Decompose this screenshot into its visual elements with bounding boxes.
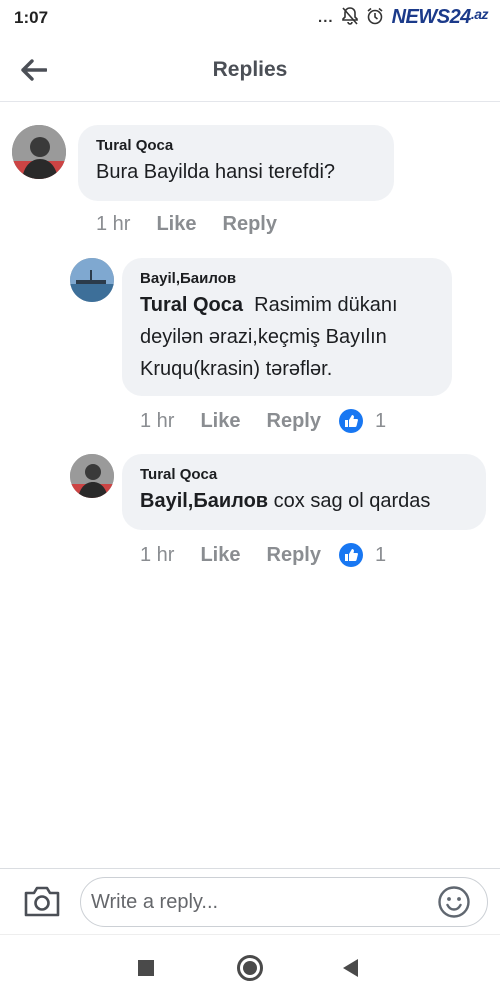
back-nav-button[interactable] — [343, 959, 358, 977]
emoji-button[interactable] — [437, 885, 471, 919]
page-title: Replies — [212, 58, 288, 81]
avatar-bayil[interactable] — [70, 258, 114, 302]
thumbs-up-icon — [338, 543, 363, 567]
comment-author[interactable]: Bayil,Баилов — [140, 270, 434, 287]
comment-time[interactable]: 1 hr — [96, 213, 130, 236]
mention-tag[interactable]: Bayil,Баилов — [140, 490, 268, 512]
notification-dots: ... — [318, 9, 334, 26]
like-count[interactable]: 1 — [375, 544, 386, 567]
avatar-tural-qoca[interactable] — [12, 125, 66, 179]
header: Replies — [0, 40, 500, 102]
status-icons: ... NEWS24.az — [318, 6, 488, 29]
comment-body: cox sag ol qardas — [273, 490, 431, 512]
reply-composer — [0, 868, 500, 934]
news24-logo: NEWS24.az — [391, 6, 489, 29]
mute-bell-icon — [341, 6, 358, 29]
thumbs-up-icon — [338, 409, 363, 433]
comment-author[interactable]: Tural Qoca — [140, 466, 468, 483]
comment-text: Bura Bayilda hansi terefdi? — [96, 161, 336, 183]
comment-author[interactable]: Tural Qoca — [96, 137, 376, 154]
comment-text: Tural Qoca Rasimim dükanı deyilən ərazi,… — [140, 289, 434, 385]
comment-bubble: Tural Qoca Bayil,Баилов cox sag ol qarda… — [122, 454, 486, 530]
comment-meta: 1 hr Like Reply 1 — [140, 409, 386, 433]
comment-meta: 1 hr Like Reply — [96, 213, 303, 236]
home-button[interactable] — [237, 955, 263, 981]
brand-suffix: .az — [470, 6, 489, 22]
smiley-icon — [438, 886, 470, 918]
alarm-clock-icon — [366, 7, 384, 29]
camera-icon — [24, 886, 60, 917]
status-time: 1:07 — [14, 8, 49, 27]
like-count[interactable]: 1 — [375, 410, 386, 433]
camera-button[interactable] — [22, 883, 62, 919]
like-button[interactable]: Like — [156, 213, 196, 236]
comment-bubble: Tural Qoca Bura Bayilda hansi terefdi? — [78, 125, 394, 201]
system-nav-bar — [0, 934, 500, 1000]
comment-time[interactable]: 1 hr — [140, 410, 174, 433]
comment-time[interactable]: 1 hr — [140, 544, 174, 567]
like-button[interactable]: Like — [200, 544, 240, 567]
brand-name: NEWS24 — [391, 6, 472, 28]
reply-input[interactable] — [80, 877, 488, 927]
reply-button[interactable]: Reply — [267, 544, 321, 567]
reply-button[interactable]: Reply — [223, 213, 277, 236]
comment-meta: 1 hr Like Reply 1 — [140, 543, 386, 567]
avatar-tural-qoca[interactable] — [70, 454, 114, 498]
comment-bubble: Bayil,Баилов Tural Qoca Rasimim dükanı d… — [122, 258, 452, 396]
reply-button[interactable]: Reply — [267, 410, 321, 433]
like-button[interactable]: Like — [200, 410, 240, 433]
recents-button[interactable] — [138, 960, 154, 976]
comment-text: Bayil,Баилов cox sag ol qardas — [140, 485, 468, 517]
status-bar: 1:07 ... NEWS24.az — [0, 0, 500, 36]
mention-tag[interactable]: Tural Qoca — [140, 294, 243, 316]
